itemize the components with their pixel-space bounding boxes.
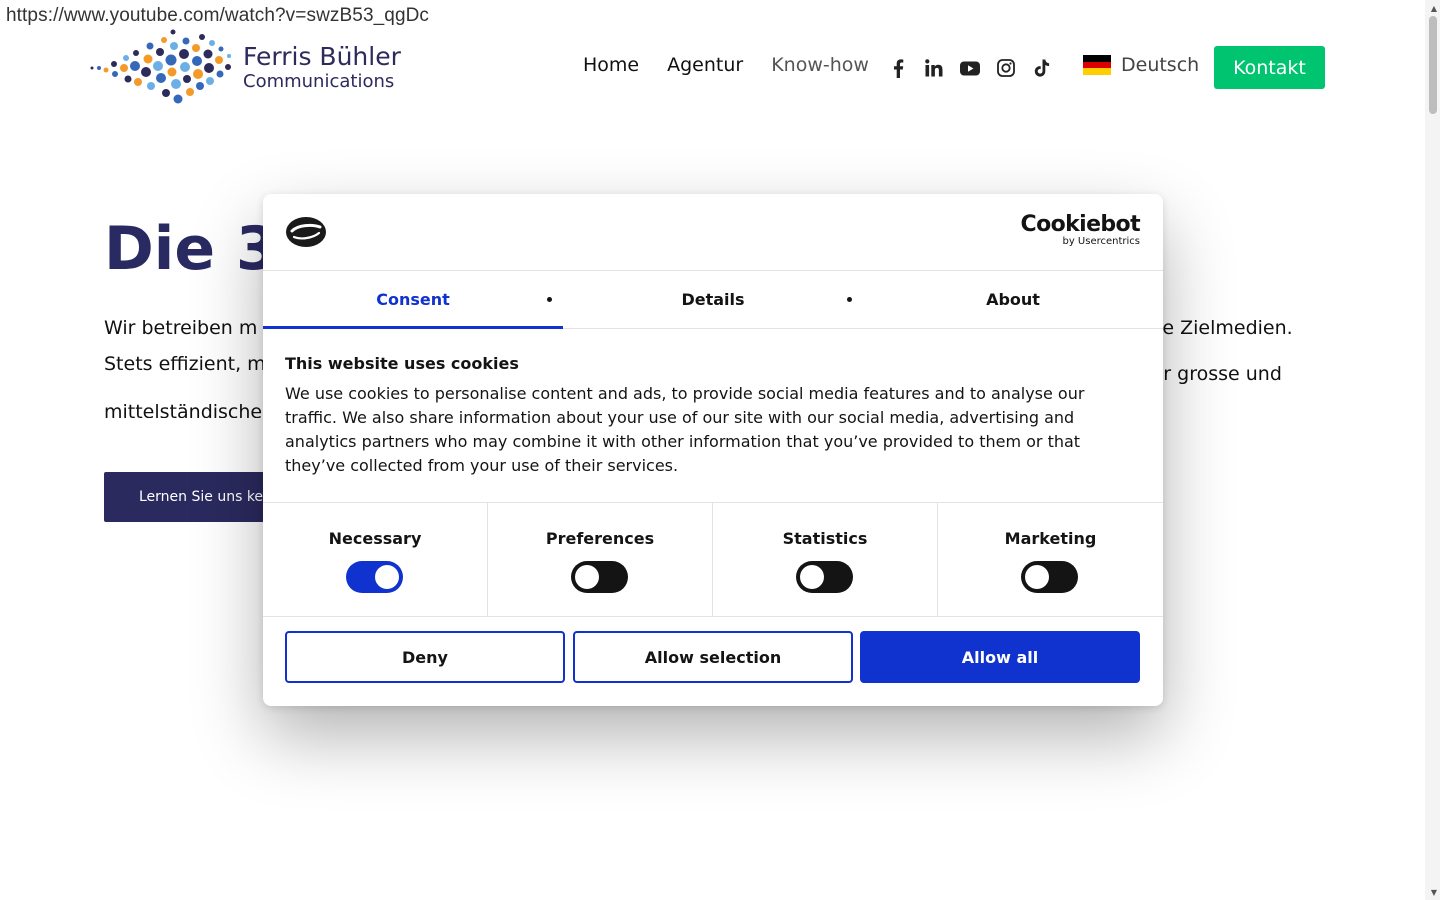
dialog-description: We use cookies to personalise content an… [285,384,1085,475]
dialog-header: Cookiebot by Usercentrics [263,194,1163,271]
main-nav: Home Agentur Know-how [583,54,897,76]
toggle-knob [575,565,599,589]
tab-details[interactable]: Details [563,271,863,328]
toggle-preferences-cell: Preferences [488,503,713,616]
hero-text-line2-right: ir grosse und [1158,363,1282,385]
social-links [888,56,1052,80]
dialog-buttons: Deny Allow selection Allow all [285,631,1140,683]
tab-separator-dot [847,297,852,302]
toggle-necessary-cell: Necessary [263,503,488,616]
hero-text-line2-left: Stets effizient, m [104,353,266,375]
language-switcher[interactable]: Deutsch [1083,54,1199,76]
page-scrollbar[interactable]: ▲ ▼ [1425,0,1440,900]
site-brand-icon [286,217,326,247]
nav-know-how[interactable]: Know-how [771,54,869,76]
dialog-title: This website uses cookies [285,354,519,373]
tab-about[interactable]: About [863,271,1163,328]
site-logo[interactable]: Ferris Bühler Communications [88,26,401,110]
tiktok-icon[interactable] [1032,56,1052,80]
tab-consent[interactable]: Consent [263,271,563,329]
toggle-statistics-cell: Statistics [713,503,938,616]
logo-dots-icon [90,29,231,104]
toggle-knob [375,565,399,589]
hero-text-line3-left: mittelständische [104,401,263,418]
kontakt-button[interactable]: Kontakt [1214,46,1325,89]
scroll-down-arrow-icon[interactable]: ▼ [1431,888,1437,897]
allow-selection-button[interactable]: Allow selection [573,631,853,683]
allow-all-button[interactable]: Allow all [860,631,1140,683]
cookiebot-logo-text: Cookiebot [1020,212,1141,237]
toggle-marketing-cell: Marketing [938,503,1163,616]
toggle-knob [1025,565,1049,589]
cookie-consent-dialog: Cookiebot by Usercentrics Consent Detail… [263,194,1163,706]
language-label: Deutsch [1121,54,1200,76]
dialog-tabs: Consent Details About [263,271,1163,329]
linkedin-icon[interactable] [924,56,944,80]
toggle-knob [800,565,824,589]
toggle-preferences-label: Preferences [545,529,655,548]
scroll-up-arrow-icon[interactable]: ▲ [1431,4,1437,13]
instagram-icon[interactable] [996,56,1016,80]
toggle-preferences[interactable] [571,561,628,593]
german-flag-icon [1083,55,1111,76]
hero-text-line1-right: re Zielmedien. [1155,317,1293,339]
cookiebot-logo-subtext: by Usercentrics [1062,236,1140,247]
url-text: https://www.youtube.com/watch?v=swzB53_q… [6,5,430,26]
hero-text-line1-left: Wir betreiben m [104,317,258,339]
scroll-thumb[interactable] [1429,16,1437,114]
cookiebot-logo[interactable]: Cookiebot by Usercentrics [1020,212,1141,248]
toggle-marketing-label: Marketing [1004,529,1097,548]
facebook-icon[interactable] [888,56,908,80]
toggle-statistics[interactable] [796,561,853,593]
toggle-necessary[interactable] [346,561,403,593]
consent-toggles: Necessary Preferences Statistics Marketi… [263,502,1163,617]
toggle-marketing[interactable] [1021,561,1078,593]
deny-button[interactable]: Deny [285,631,565,683]
toggle-necessary-label: Necessary [328,529,422,548]
nav-agentur[interactable]: Agentur [667,54,743,76]
toggle-statistics-label: Statistics [782,529,868,548]
youtube-icon[interactable] [960,56,980,80]
tab-separator-dot [547,297,552,302]
nav-home[interactable]: Home [583,54,639,76]
logo-subtitle: Communications [243,71,395,92]
logo-title: Ferris Bühler [243,42,401,71]
